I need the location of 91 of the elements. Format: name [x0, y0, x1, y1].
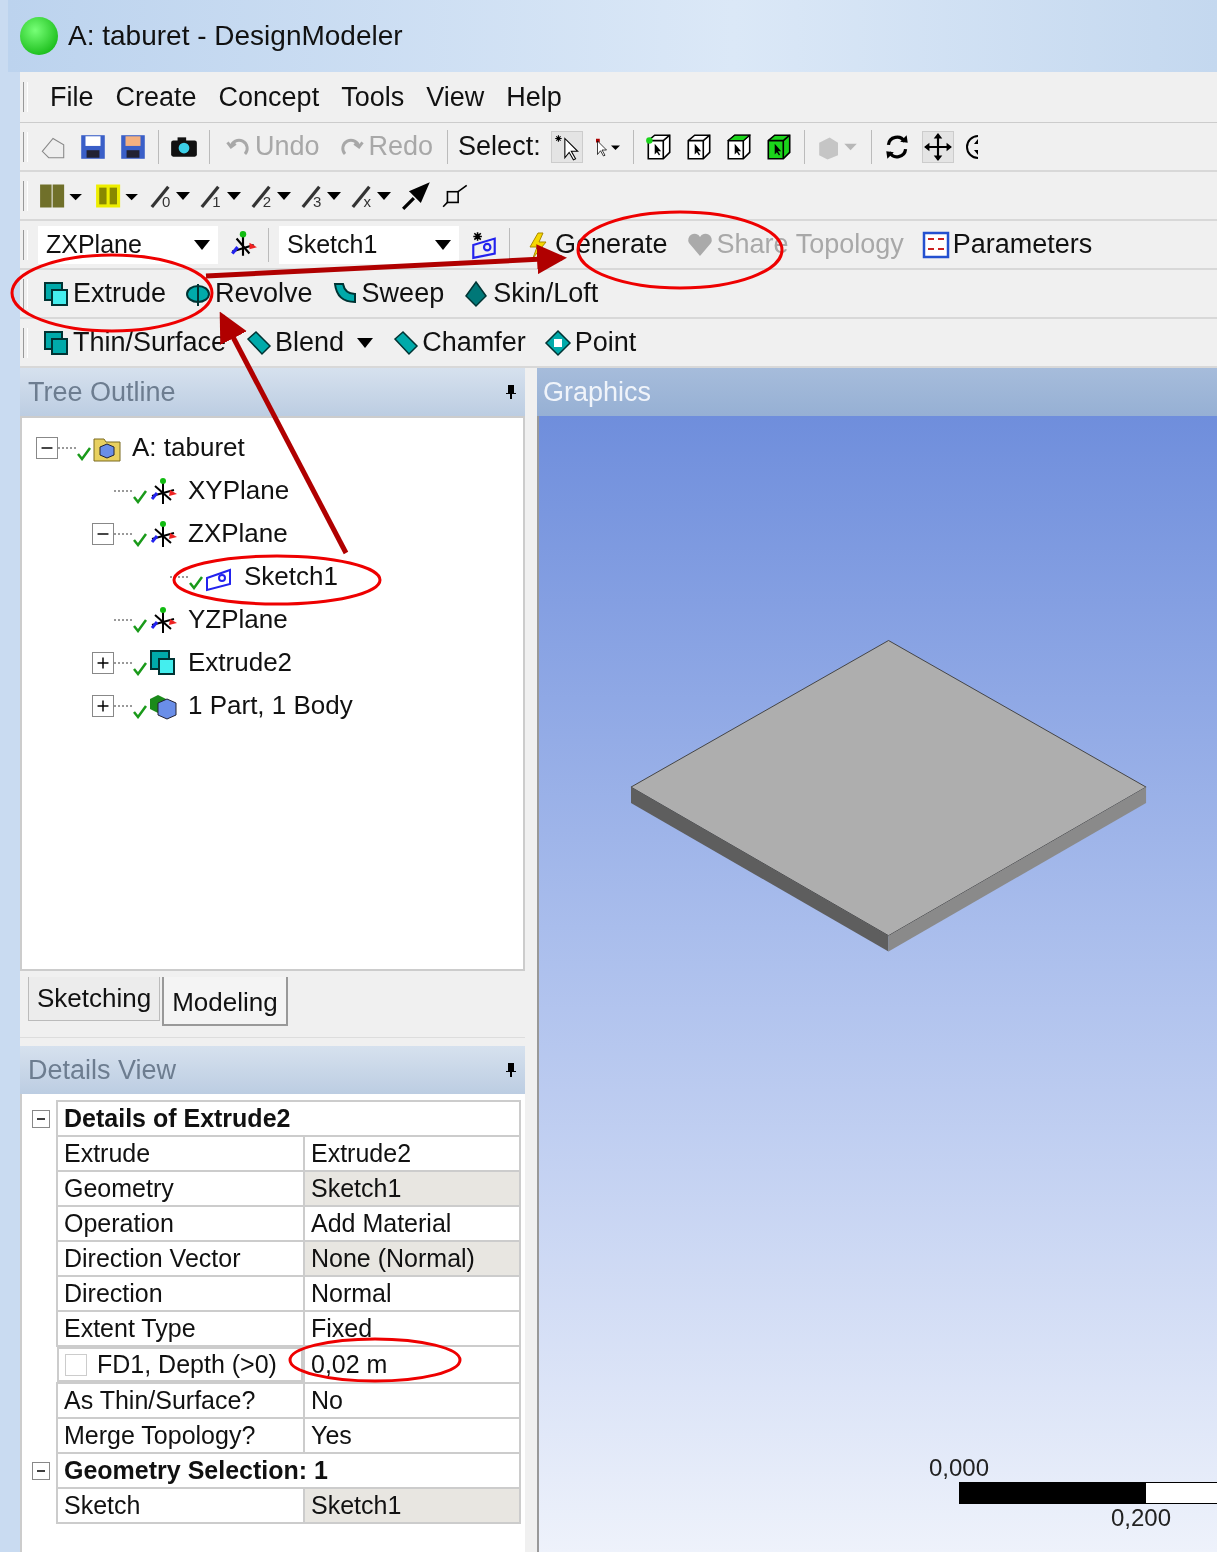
caret-icon: [435, 239, 451, 250]
caret-icon: [376, 191, 391, 200]
extrude-icon: [42, 279, 70, 308]
expander-icon[interactable]: [32, 1109, 50, 1128]
property-label: Operation: [64, 1209, 174, 1237]
caret-icon: [277, 191, 292, 200]
tab[interactable]: Sketching: [28, 977, 161, 1021]
toolbar-button[interactable]: Skin/Loft: [458, 278, 603, 309]
expander-icon[interactable]: [92, 522, 114, 545]
property-label: Sketch: [64, 1491, 141, 1519]
caret-icon: [327, 191, 342, 200]
select-mode-icon[interactable]: [550, 130, 583, 163]
toolbar-button[interactable]: Thin/Surface: [38, 327, 231, 358]
toolbar-button[interactable]: Extrude: [38, 278, 171, 309]
toolbar-button[interactable]: Parameters: [917, 229, 1097, 260]
expander-icon[interactable]: [36, 436, 58, 459]
sketch-dropdown[interactable]: Sketch1: [279, 225, 459, 264]
property-value[interactable]: None (Normal): [304, 1241, 520, 1276]
select-label: Select:: [458, 131, 541, 162]
property-value[interactable]: No: [304, 1383, 520, 1418]
sketch-tool-dropdown[interactable]: 1: [200, 181, 241, 210]
tree-item[interactable]: Sketch1: [244, 561, 338, 592]
tree-item[interactable]: ZXPlane: [188, 518, 288, 549]
blend-icon: [244, 328, 273, 357]
caret-icon: [357, 337, 374, 348]
parameters-icon: [921, 230, 950, 259]
plane-dropdown[interactable]: ZXPlane: [38, 225, 218, 264]
pin-icon[interactable]: [505, 1062, 517, 1078]
property-value[interactable]: 0,02 m: [304, 1346, 520, 1383]
thin-icon: [42, 328, 70, 357]
toolbar-button[interactable]: Sweep: [326, 278, 449, 309]
property-label: Direction Vector: [64, 1244, 241, 1272]
pin-icon[interactable]: [505, 384, 517, 400]
caret-icon: [176, 191, 191, 200]
toolbar-button[interactable]: Blend: [240, 327, 378, 358]
scale-label: 0,200: [1111, 1504, 1173, 1532]
panel-title: Graphics: [543, 376, 652, 408]
scale-label: 0,000: [929, 1454, 991, 1482]
property-label: FD1, Depth (>0): [97, 1350, 277, 1379]
tree-item[interactable]: A: taburet: [132, 432, 245, 463]
tree-item[interactable]: Extrude2: [188, 647, 293, 678]
property-label: Extent Type: [64, 1314, 196, 1342]
toolbar-button[interactable]: Point: [539, 327, 641, 358]
expander-icon[interactable]: [92, 694, 114, 717]
section-title: Details of Extrude2: [57, 1101, 520, 1136]
property-label: Extrude: [64, 1139, 151, 1167]
tree-node-icon: [148, 604, 178, 635]
caret-icon: [226, 191, 241, 200]
toolbar-button[interactable]: Chamfer: [387, 327, 530, 358]
new-sketch-icon[interactable]: [469, 229, 499, 260]
toolbar-button[interactable]: Revolve: [180, 278, 317, 309]
tree-node-icon: [148, 647, 178, 678]
property-value[interactable]: Normal: [304, 1276, 520, 1311]
window-title: A: taburet - DesignModeler: [68, 20, 403, 52]
property-label: Geometry: [64, 1174, 174, 1202]
pan-icon[interactable]: [921, 130, 954, 163]
pin-icon[interactable]: [400, 180, 431, 211]
property-value[interactable]: Sketch1: [304, 1488, 520, 1523]
property-value[interactable]: Sketch1: [304, 1171, 520, 1206]
graphics-viewport[interactable]: 0,000 0,200: [537, 416, 1217, 1552]
panel-title: Details View: [28, 1054, 177, 1086]
app-logo-icon: [20, 17, 58, 55]
point-icon: [543, 328, 572, 357]
tree-item[interactable]: YZPlane: [188, 604, 288, 635]
tree-item[interactable]: 1 Part, 1 Body: [188, 690, 353, 721]
cube-select-icon[interactable]: [643, 131, 674, 162]
menu-item[interactable]: Tools: [341, 77, 405, 117]
tree-node-icon: [148, 518, 178, 549]
tree-node-icon: [148, 475, 178, 506]
menu-item[interactable]: Create: [115, 77, 197, 117]
sketch-tool-dropdown[interactable]: x: [351, 181, 391, 210]
expander-icon[interactable]: [32, 1461, 50, 1480]
expander-icon[interactable]: [92, 651, 114, 674]
tab[interactable]: Modeling: [162, 977, 288, 1026]
property-label: Direction: [64, 1279, 163, 1307]
chamfer-icon: [391, 328, 420, 357]
parameter-checkbox[interactable]: [65, 1353, 87, 1376]
caret-icon: [194, 239, 210, 250]
property-value[interactable]: Fixed: [304, 1311, 520, 1346]
sketch-tool-dropdown[interactable]: 2: [250, 181, 292, 210]
panel-title: Tree Outline: [28, 376, 176, 408]
menu-item[interactable]: Concept: [218, 77, 320, 117]
tree-item[interactable]: XYPlane: [188, 475, 290, 506]
menu-item[interactable]: Help: [506, 77, 562, 117]
menu-item[interactable]: File: [50, 77, 94, 117]
menu-item[interactable]: View: [426, 77, 485, 117]
property-value[interactable]: Yes: [304, 1418, 520, 1453]
property-label: Merge Topology?: [64, 1421, 256, 1449]
sketch-tool-dropdown[interactable]: 3: [301, 181, 342, 210]
property-label: As Thin/Surface?: [64, 1386, 256, 1414]
sketch-tool-dropdown[interactable]: 0: [150, 181, 191, 210]
